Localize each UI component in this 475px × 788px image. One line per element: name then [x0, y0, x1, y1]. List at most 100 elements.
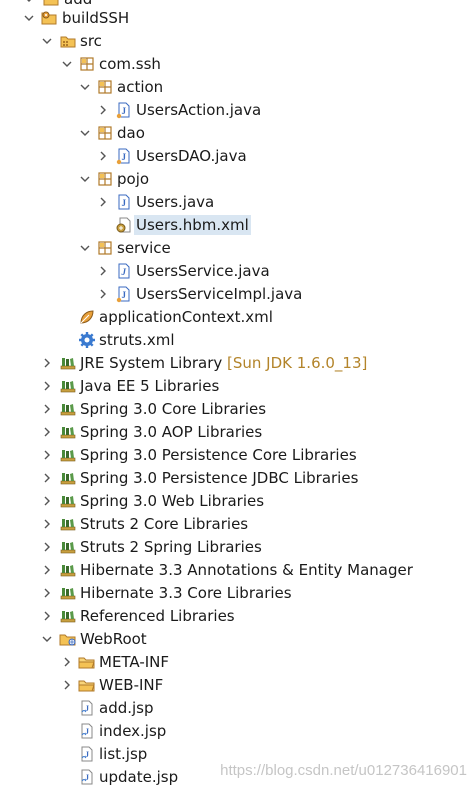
tree-item-library[interactable]: Struts 2 Spring Libraries	[0, 536, 475, 558]
svg-text:J: J	[122, 152, 127, 162]
tree-item-label: dao	[117, 124, 145, 142]
chevron-right-icon[interactable]	[96, 263, 110, 279]
tree-item-package[interactable]: service	[0, 237, 475, 259]
chevron-right-icon[interactable]	[40, 378, 54, 394]
chevron-right-icon[interactable]	[40, 608, 54, 624]
package-explorer-tree: add buildSSH src com.ssh action J UsersA…	[0, 0, 475, 787]
tree-item-decoration: [Sun JDK 1.6.0_13]	[227, 354, 368, 372]
tree-item-file[interactable]: J UsersService.java	[0, 260, 475, 282]
chevron-down-icon[interactable]	[22, 0, 36, 7]
chevron-down-icon[interactable]	[78, 240, 92, 256]
chevron-right-icon[interactable]	[96, 148, 110, 164]
java-interface-icon: J	[115, 262, 133, 280]
tree-item-file[interactable]: J UsersDAO.java	[0, 145, 475, 167]
tree-item-folder[interactable]: META-INF	[0, 651, 475, 673]
tree-item-label: META-INF	[99, 653, 170, 671]
tree-item-label-group: JRE System Library [Sun JDK 1.6.0_13]	[78, 353, 369, 373]
tree-item-src[interactable]: src	[0, 30, 475, 52]
tree-item-library[interactable]: Struts 2 Core Libraries	[0, 513, 475, 535]
spring-leaf-icon	[78, 308, 96, 326]
tree-item-library[interactable]: Spring 3.0 Persistence JDBC Libraries	[0, 467, 475, 489]
tree-item-library[interactable]: JRE System Library [Sun JDK 1.6.0_13]	[0, 352, 475, 374]
chevron-right-icon[interactable]	[40, 516, 54, 532]
tree-item-file[interactable]: J add.jsp	[0, 697, 475, 719]
java-class-icon: J	[115, 101, 133, 119]
chevron-right-icon[interactable]	[40, 355, 54, 371]
chevron-right-icon[interactable]	[40, 447, 54, 463]
tree-item-label: action	[117, 78, 164, 96]
tree-item-project[interactable]: buildSSH	[0, 7, 475, 29]
tree-item-label: WEB-INF	[99, 676, 164, 694]
tree-item-label: UsersAction.java	[136, 101, 262, 119]
tree-item-label: JRE System Library	[80, 354, 223, 372]
chevron-down-icon[interactable]	[60, 56, 74, 72]
jsp-file-icon: J	[78, 745, 96, 763]
tree-item-library[interactable]: Spring 3.0 AOP Libraries	[0, 421, 475, 443]
tree-item-file[interactable]: applicationContext.xml	[0, 306, 475, 328]
chevron-right-icon[interactable]	[40, 562, 54, 578]
tree-item-label: Spring 3.0 AOP Libraries	[80, 423, 263, 441]
tree-item-label: UsersDAO.java	[136, 147, 247, 165]
tree-item-file[interactable]: J UsersServiceImpl.java	[0, 283, 475, 305]
jsp-file-icon: J	[78, 768, 96, 786]
tree-item-package[interactable]: pojo	[0, 168, 475, 190]
tree-item-label: Hibernate 3.3 Core Libraries	[80, 584, 292, 602]
chevron-down-icon[interactable]	[78, 171, 92, 187]
chevron-down-icon[interactable]	[40, 631, 54, 647]
tree-item-package[interactable]: com.ssh	[0, 53, 475, 75]
chevron-down-icon[interactable]	[40, 33, 54, 49]
tree-item-package[interactable]: dao	[0, 122, 475, 144]
jsp-file-icon: J	[78, 722, 96, 740]
tree-item-library[interactable]: Hibernate 3.3 Core Libraries	[0, 582, 475, 604]
chevron-right-icon[interactable]	[40, 424, 54, 440]
tree-item-package[interactable]: action	[0, 76, 475, 98]
tree-item-library[interactable]: Spring 3.0 Web Libraries	[0, 490, 475, 512]
tree-item-label: struts.xml	[99, 331, 175, 349]
tree-item-folder[interactable]: WebRoot	[0, 628, 475, 650]
folder-icon	[78, 653, 96, 671]
tree-item-folder[interactable]: WEB-INF	[0, 674, 475, 696]
tree-item-label: Spring 3.0 Web Libraries	[80, 492, 265, 510]
chevron-right-icon[interactable]	[40, 493, 54, 509]
tree-item-library[interactable]: Hibernate 3.3 Annotations & Entity Manag…	[0, 559, 475, 581]
tree-item-label: list.jsp	[99, 745, 148, 763]
chevron-right-icon[interactable]	[40, 401, 54, 417]
chevron-down-icon[interactable]	[22, 10, 36, 26]
java-class-icon: J	[115, 285, 133, 303]
tree-item-label: pojo	[117, 170, 150, 188]
tree-item-file[interactable]: J UsersAction.java	[0, 99, 475, 121]
tree-item-label: buildSSH	[62, 9, 130, 27]
chevron-right-icon[interactable]	[40, 539, 54, 555]
tree-item-label: Referenced Libraries	[80, 607, 235, 625]
web-folder-icon	[59, 630, 77, 648]
tree-item-library[interactable]: Spring 3.0 Persistence Core Libraries	[0, 444, 475, 466]
gear-icon	[78, 331, 96, 349]
tree-item-library[interactable]: Referenced Libraries	[0, 605, 475, 627]
watermark-text: https://blog.csdn.net/u012736416901	[220, 762, 467, 779]
chevron-right-icon[interactable]	[60, 677, 74, 693]
tree-item-label: index.jsp	[99, 722, 167, 740]
library-icon	[59, 400, 77, 418]
package-icon	[78, 55, 96, 73]
chevron-right-icon[interactable]	[40, 585, 54, 601]
tree-item-label: Spring 3.0 Persistence Core Libraries	[80, 446, 357, 464]
source-folder-icon	[59, 32, 77, 50]
chevron-right-icon[interactable]	[96, 102, 110, 118]
chevron-down-icon[interactable]	[78, 79, 92, 95]
chevron-right-icon[interactable]	[96, 194, 110, 210]
chevron-right-icon[interactable]	[40, 470, 54, 486]
tree-item-file[interactable]: J index.jsp	[0, 720, 475, 742]
tree-item-label: src	[80, 32, 102, 50]
chevron-right-icon[interactable]	[60, 654, 74, 670]
svg-text:J: J	[122, 198, 127, 208]
tree-item-library[interactable]: Spring 3.0 Core Libraries	[0, 398, 475, 420]
tree-item-file[interactable]: struts.xml	[0, 329, 475, 351]
library-icon	[59, 354, 77, 372]
tree-item-label: applicationContext.xml	[99, 308, 273, 326]
library-icon	[59, 561, 77, 579]
chevron-right-icon[interactable]	[96, 286, 110, 302]
tree-item-file[interactable]: J Users.java	[0, 191, 475, 213]
tree-item-file-selected[interactable]: Users.hbm.xml	[0, 214, 475, 236]
tree-item-library[interactable]: Java EE 5 Libraries	[0, 375, 475, 397]
chevron-down-icon[interactable]	[78, 125, 92, 141]
